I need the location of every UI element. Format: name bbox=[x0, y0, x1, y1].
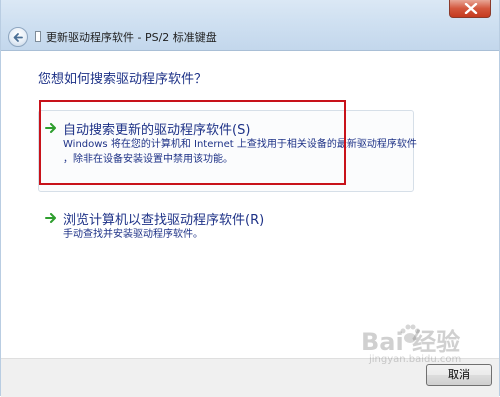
baidu-watermark: Bai 经验 jingyan.baidu.com bbox=[361, 322, 491, 370]
page-heading: 您想如何搜索驱动程序软件？ bbox=[38, 72, 208, 87]
option-browse-desc: 手动查找并安装驱动程序软件。 bbox=[63, 229, 203, 240]
watermark-logo: Bai 经验 bbox=[361, 328, 461, 356]
close-icon bbox=[464, 3, 478, 14]
update-driver-dialog: 更新驱动程序软件 - PS/2 标准键盘 您想如何搜索驱动程序软件？ 自动搜索更… bbox=[0, 0, 500, 397]
red-highlight-annotation bbox=[39, 100, 346, 185]
option-browse-title[interactable]: 浏览计算机以查找驱动程序软件(R) bbox=[63, 209, 264, 228]
device-icon bbox=[35, 31, 41, 42]
cancel-button[interactable]: 取消 bbox=[426, 364, 492, 386]
close-button[interactable] bbox=[449, 0, 491, 18]
back-arrow-icon bbox=[13, 33, 23, 42]
title-bar: 更新驱动程序软件 - PS/2 标准键盘 bbox=[1, 0, 499, 51]
green-arrow-icon bbox=[45, 213, 56, 223]
back-button[interactable] bbox=[8, 27, 28, 47]
window-title: 更新驱动程序软件 - PS/2 标准键盘 bbox=[46, 31, 217, 44]
